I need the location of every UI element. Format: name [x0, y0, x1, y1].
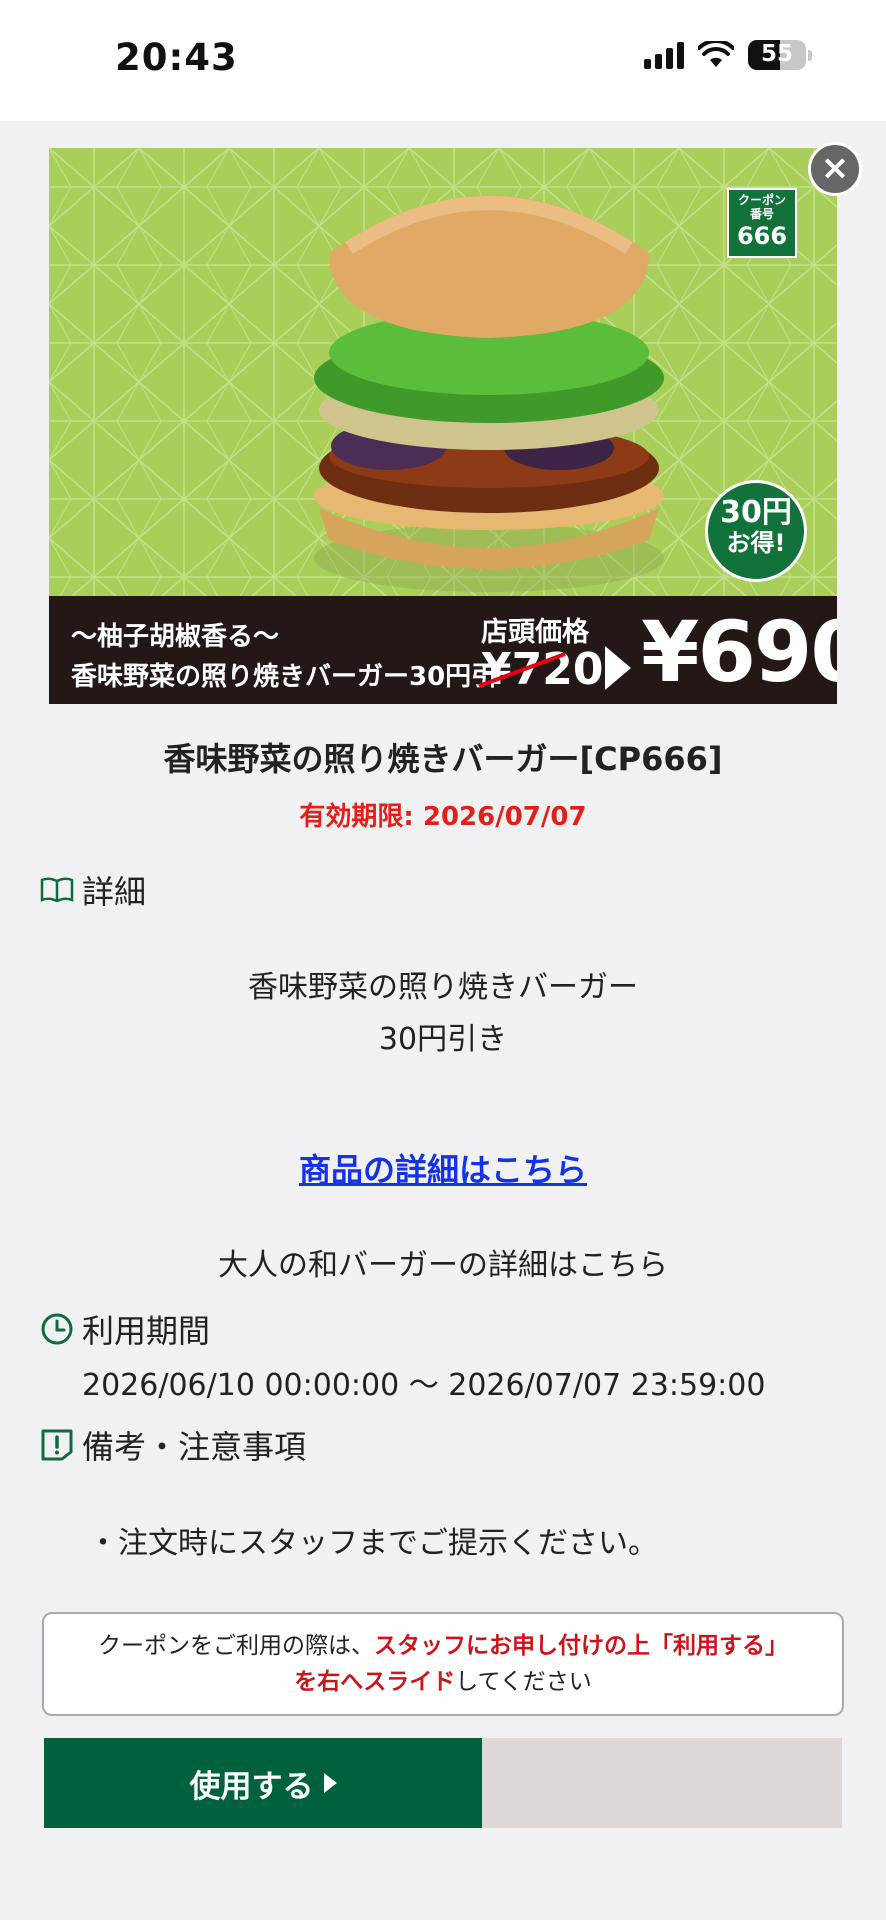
banner-subtitle: 香味野菜の照り焼きバーガー30円引: [71, 662, 498, 692]
battery-cap: [808, 49, 812, 61]
new-price: ¥690: [641, 603, 837, 701]
coupon-number-badge: クーポン 番号 666: [727, 188, 797, 258]
status-icons: 55: [644, 40, 812, 70]
notice-text-4: してください: [455, 1669, 592, 1695]
close-button[interactable]: ×: [808, 142, 862, 196]
coupon-banner-image: クーポン 番号 666 30円 お得! 〜柚子胡椒香る〜 香味野菜の照り焼きバー…: [49, 148, 837, 704]
price-band: 〜柚子胡椒香る〜 香味野菜の照り焼きバーガー30円引 店頭価格 ¥720 ¥69…: [49, 596, 837, 704]
note-item: ・注文時にスタッフまでご提示ください。: [88, 1526, 658, 1561]
slide-label: 使用する: [189, 1768, 314, 1805]
expiry-date: 有効期限: 2026/07/07: [299, 802, 587, 832]
cellular-signal-icon: [644, 41, 684, 69]
clock-icon: [41, 1313, 73, 1345]
notice-text-3: を右へスライド: [294, 1669, 456, 1695]
discount-badge: 30円 お得!: [705, 480, 807, 582]
burger-illustration: [314, 195, 664, 592]
note-alert-icon: [41, 1429, 73, 1461]
strikethrough-line: [478, 652, 566, 688]
details-line-1: 香味野菜の照り焼きバーガー: [248, 970, 638, 1005]
notes-heading-label: 備考・注意事項: [82, 1428, 307, 1466]
play-arrow-icon: [323, 1773, 337, 1793]
use-coupon-slide-handle[interactable]: 使用する: [44, 1738, 482, 1828]
battery-level: 55: [760, 41, 793, 67]
details-line-2: 30円引き: [378, 1022, 508, 1057]
coupon-title: 香味野菜の照り焼きバーガー[CP666]: [163, 740, 723, 778]
banner-tagline: 〜柚子胡椒香る〜: [71, 622, 280, 652]
wa-burger-details-text: 大人の和バーガーの詳細はこちら: [218, 1248, 668, 1283]
use-coupon-slider[interactable]: 使用する: [44, 1738, 842, 1828]
details-heading: 詳細: [40, 867, 146, 913]
arrow-right-icon: [605, 646, 631, 690]
usage-period-heading: 利用期間: [40, 1306, 210, 1352]
notice-text-1: クーポンをご利用の際は、: [98, 1633, 374, 1659]
status-bar: 20:43 55: [0, 0, 886, 121]
wifi-icon: [698, 41, 734, 67]
product-details-link[interactable]: 商品の詳細はこちら: [0, 1145, 886, 1191]
usage-period-heading-label: 利用期間: [82, 1312, 211, 1350]
usage-notice-box: クーポンをご利用の際は、スタッフにお申し付けの上「利用する」 を右へスライドして…: [42, 1612, 844, 1716]
details-heading-label: 詳細: [82, 873, 147, 911]
battery-icon: 55: [748, 40, 806, 70]
usage-period-value: 2026/06/10 00:00:00 〜 2026/07/07 23:59:0…: [82, 1368, 766, 1403]
book-icon: [40, 877, 74, 903]
close-icon: ×: [820, 148, 850, 188]
status-time: 20:43: [115, 36, 238, 79]
notes-heading: 備考・注意事項: [40, 1422, 306, 1468]
notice-text-2: スタッフにお申し付けの上「利用する」: [374, 1633, 788, 1659]
